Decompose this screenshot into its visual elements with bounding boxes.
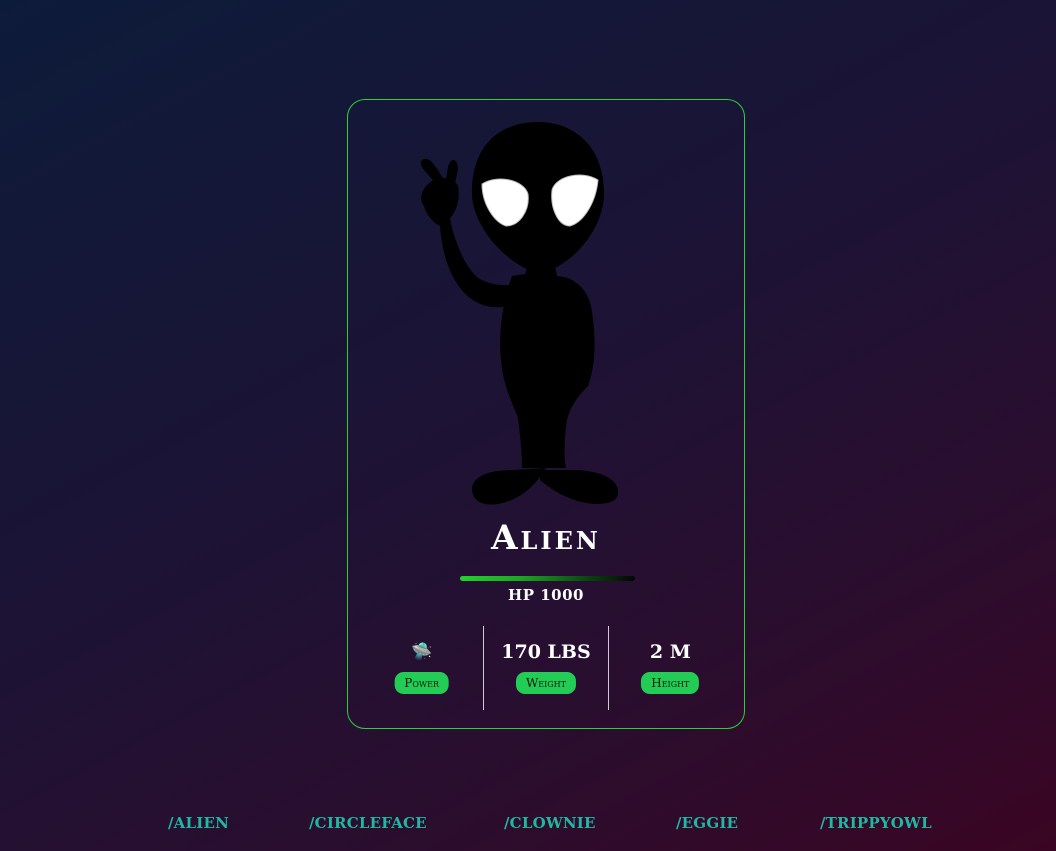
height-value: 2 M: [649, 641, 691, 663]
stat-power: 🛸 Power: [360, 626, 483, 710]
ufo-icon: 🛸: [411, 642, 433, 662]
alien-silhouette-icon: [420, 122, 618, 505]
stats-row: 🛸 Power 170 LBS Weight 2 M Height: [360, 626, 732, 710]
height-badge: Height: [641, 672, 700, 694]
nav-link-circleface[interactable]: /CIRCLEFACE: [309, 814, 427, 832]
stat-weight: 170 LBS Weight: [483, 626, 607, 710]
stat-height: 2 M Height: [607, 626, 732, 710]
character-name: Alien: [491, 518, 601, 558]
hp-bar-fill: [460, 576, 635, 581]
power-badge: Power: [394, 672, 450, 694]
nav-link-clownie[interactable]: /CLOWNIE: [504, 814, 596, 832]
nav-link-eggie[interactable]: /EGGIE: [676, 814, 738, 832]
hp-label: HP 1000: [508, 586, 584, 604]
nav-link-alien[interactable]: /ALIEN: [168, 814, 229, 832]
character-card: Alien HP 1000 🛸 Power 170 LBS Weight 2 M…: [347, 99, 745, 729]
hp-bar: [460, 576, 635, 581]
weight-value: 170 LBS: [501, 641, 591, 663]
nav-link-trippyowl[interactable]: /TRIPPYOWL: [820, 814, 932, 832]
weight-badge: Weight: [515, 672, 577, 694]
character-nav: /ALIEN /CIRCLEFACE /CLOWNIE /EGGIE /TRIP…: [0, 814, 1056, 836]
